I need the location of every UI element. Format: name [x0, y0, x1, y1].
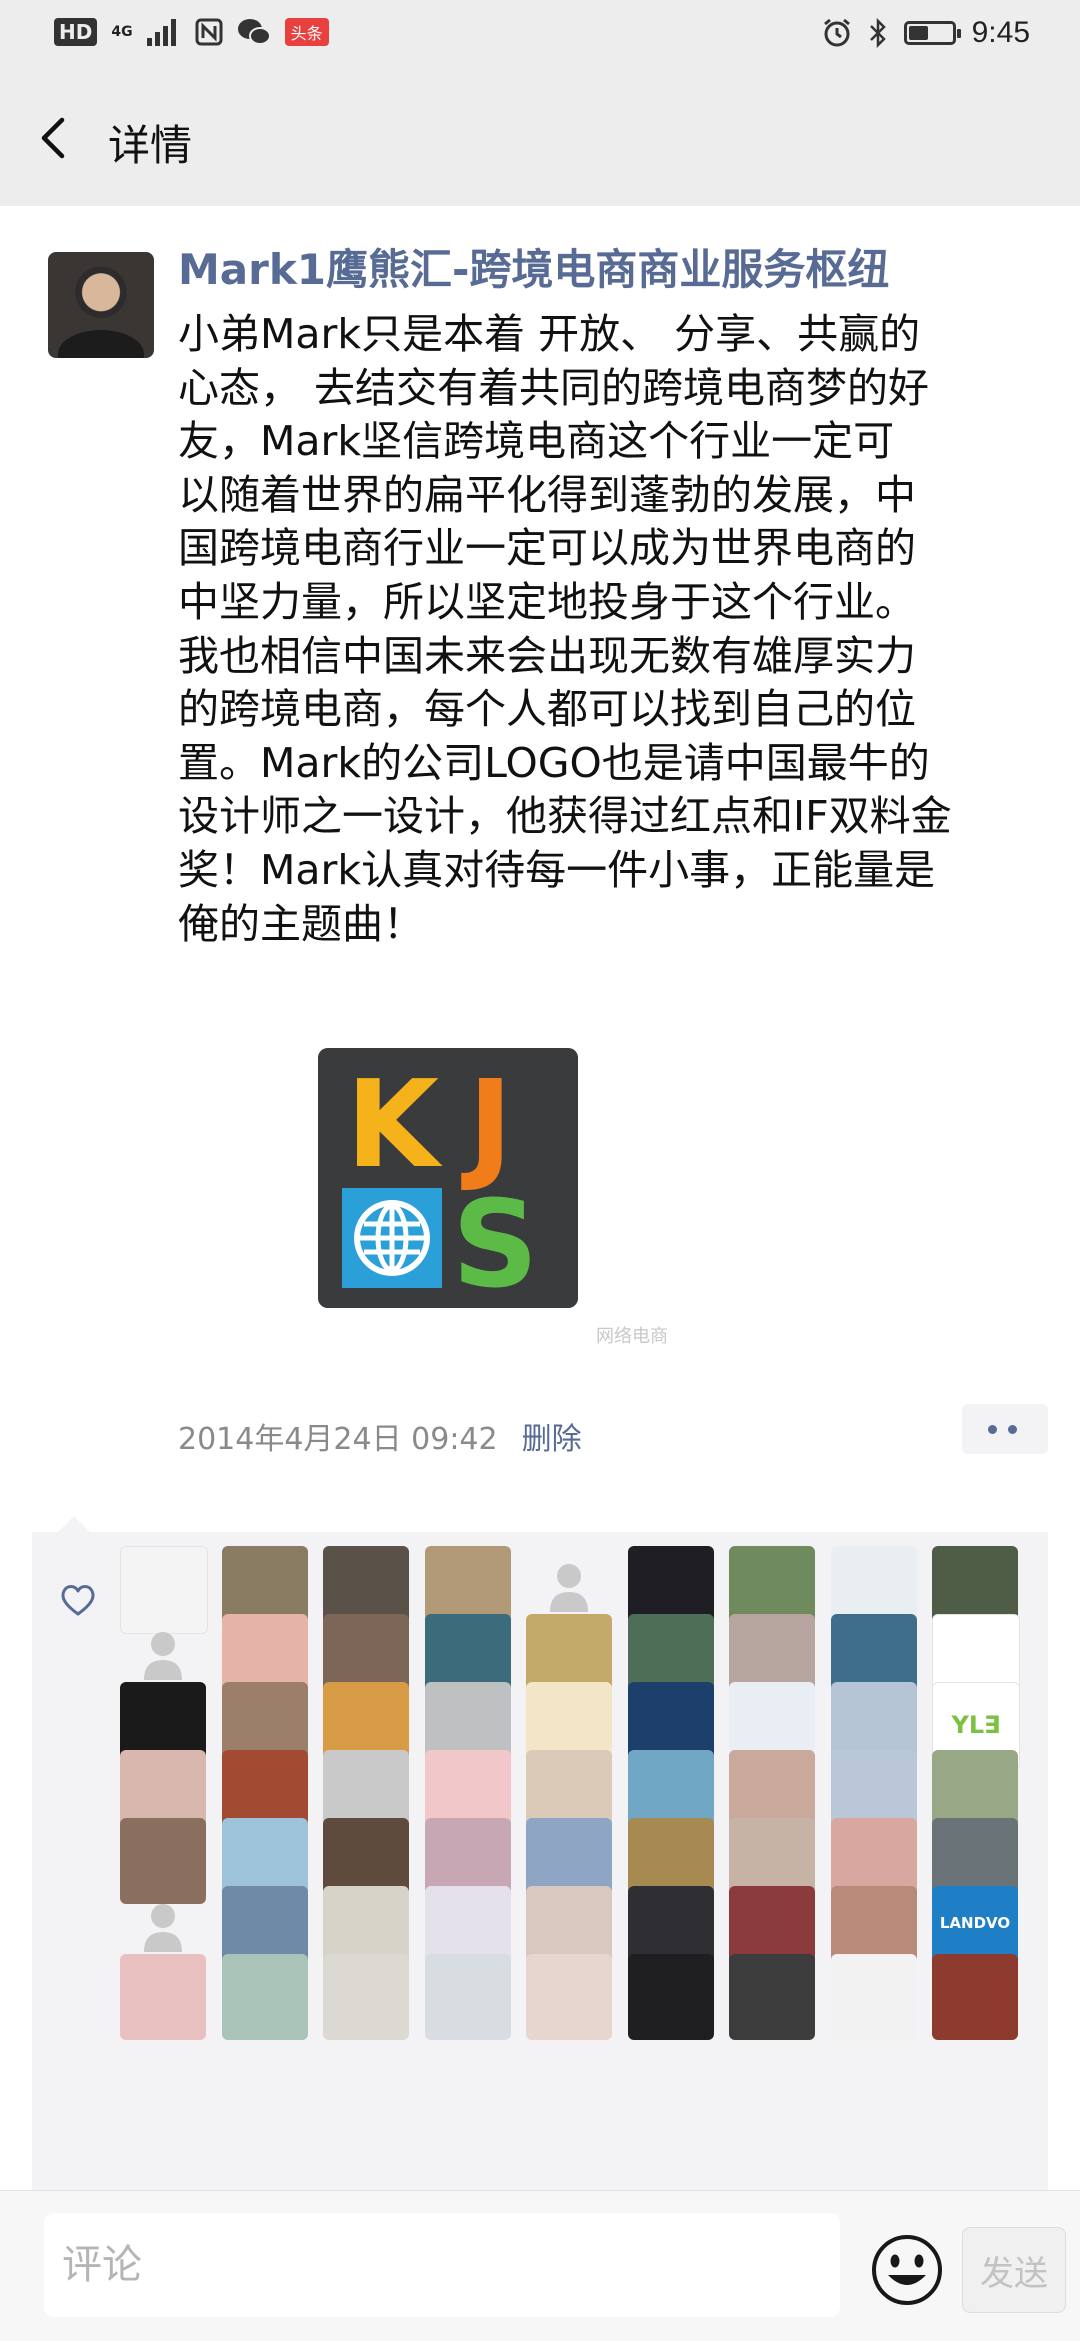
liker-avatar[interactable] [831, 1954, 917, 2040]
status-bar: HD 4G 头条 9:45 [0, 0, 1080, 72]
liker-avatar[interactable] [932, 1954, 1018, 2040]
liker-avatar[interactable] [729, 1954, 815, 2040]
avatar-text: LANDVO [939, 1914, 1011, 1932]
status-left: HD 4G 头条 [54, 18, 329, 46]
post-text: 小弟Mark只是本着 开放、 分享、共赢的 心态， 去结交有着共同的跨境电商梦的好… [178, 308, 1046, 951]
post-text-line: 的跨境电商，每个人都可以找到自己的位 [178, 685, 916, 734]
toutiao-badge: 头条 [284, 18, 329, 46]
battery-icon [903, 21, 961, 45]
clock-time: 9:45 [971, 16, 1030, 49]
post-text-line: 友，Mark坚信跨境电商这个行业一定可 [178, 417, 895, 466]
post-meta: 2014年4月24日 09:42 删除 [178, 1414, 582, 1458]
signal-icon [146, 19, 176, 46]
post-text-line: 以随着世界的扁平化得到蓬勃的发展，中 [178, 470, 916, 519]
post-text-line: 奖！Mark认真对待每一件小事，正能量是 [178, 845, 936, 894]
likes-panel: YL∃ LANDVO [32, 1532, 1048, 2192]
post-text-line: 设计师之一设计，他获得过红点和IF双料金 [178, 792, 952, 841]
network-type: 4G [111, 24, 133, 40]
author-name[interactable]: Mark1鹰熊汇-跨境电商商业服务枢纽 [178, 236, 889, 297]
emoji-icon[interactable] [870, 2233, 944, 2307]
liker-avatar[interactable] [120, 1954, 206, 2040]
post-image[interactable]: K J S [318, 1048, 578, 1308]
post-text-line: 心态， 去结交有着共同的跨境电商梦的好 [178, 363, 930, 412]
avatar-text: YL∃ [951, 1711, 1001, 1739]
post-text-line: 中坚力量，所以坚定地投身于这个行业。 [178, 577, 916, 626]
alarm-icon [823, 18, 850, 47]
comment-bar: 发送 [0, 2190, 1080, 2341]
comment-input[interactable] [44, 2213, 840, 2317]
liker-avatar[interactable] [628, 1954, 714, 2040]
post-text-line: 国跨境电商行业一定可以成为世界电商的 [178, 524, 916, 573]
heart-icon [61, 1585, 95, 1616]
status-right: 9:45 [822, 16, 1030, 50]
page-title: 详情 [108, 121, 193, 170]
liker-avatar[interactable] [222, 1954, 308, 2040]
delete-link[interactable]: 删除 [522, 1422, 582, 1457]
more-dots-icon[interactable] [962, 1404, 1048, 1454]
post-text-line: 我也相信中国未来会出现无数有雄厚实力 [178, 631, 916, 680]
image-watermark: 网络电商 [596, 1326, 668, 1347]
user-placeholder-icon [144, 1632, 182, 1680]
logo-letter-k: K [346, 1056, 443, 1195]
user-placeholder-icon [550, 1564, 588, 1612]
logo-letter-j: J [461, 1056, 513, 1195]
chevron-left-icon[interactable] [28, 108, 88, 168]
battery-fill [908, 26, 928, 40]
liker-avatar[interactable] [425, 1954, 511, 2040]
logo-letter-s: S [452, 1176, 538, 1308]
post-text-line: 小弟Mark只是本着 开放、 分享、共赢的 [178, 310, 921, 358]
send-button[interactable]: 发送 [962, 2227, 1066, 2313]
post-timestamp: 2014年4月24日 09:42 [178, 1422, 498, 1457]
author-avatar[interactable] [48, 252, 154, 358]
nav-bar: 详情 [0, 72, 1080, 206]
nfc-icon [195, 18, 223, 46]
more-dot [1008, 1425, 1017, 1434]
post-text-line: 俺的主题曲！ [178, 899, 424, 948]
user-placeholder-icon [144, 1904, 182, 1952]
wechat-icon [237, 19, 271, 45]
post-text-line: 置。Mark的公司LOGO也是请中国最牛的 [178, 738, 930, 787]
globe-icon [342, 1188, 442, 1288]
liker-avatar[interactable] [526, 1954, 612, 2040]
liker-avatar[interactable] [323, 1954, 409, 2040]
avatar-shoulders [58, 330, 144, 358]
bluetooth-icon [869, 18, 886, 48]
hd-indicator: HD [54, 18, 98, 46]
kjds-logo: K J S [318, 1048, 578, 1308]
more-dot [988, 1425, 997, 1434]
